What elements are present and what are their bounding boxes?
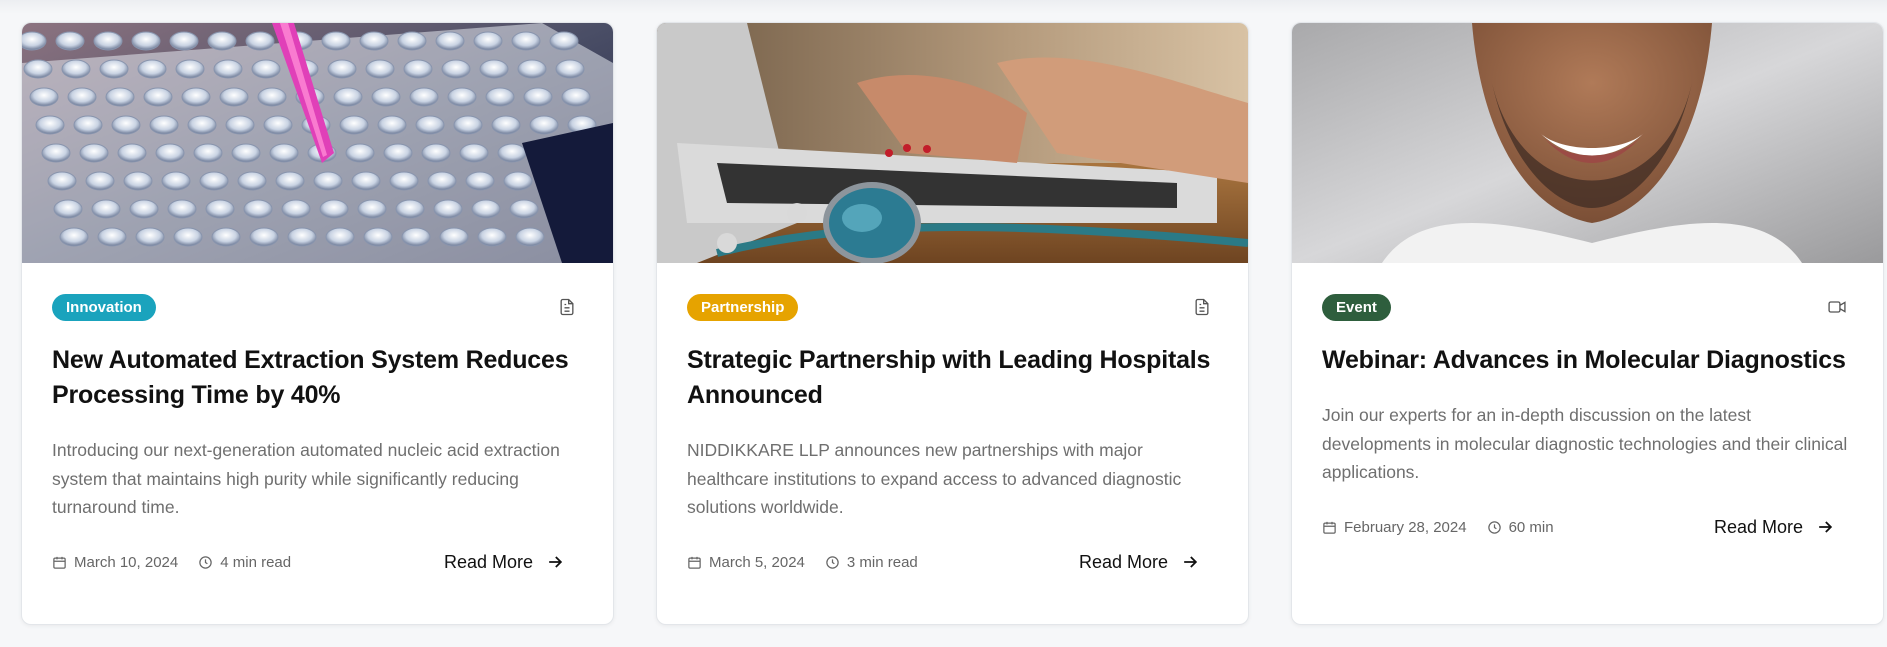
card-date: March 10, 2024 [74, 553, 179, 571]
read-more-link[interactable]: Read More [444, 552, 565, 573]
card-description: NIDDIKKARE LLP announces new partnership… [687, 440, 1182, 517]
document-icon [1195, 298, 1209, 316]
news-card[interactable]: Event Webinar: Advances in Molecular Dia… [1291, 22, 1884, 625]
arrow-right-icon [1819, 521, 1833, 533]
card-description: Join our experts for an in-depth discuss… [1322, 405, 1848, 482]
card-date: March 5, 2024 [709, 553, 805, 571]
document-icon [560, 298, 574, 316]
calendar-icon [53, 556, 66, 569]
card-title[interactable]: New Automated Extraction System Reduces … [52, 343, 583, 413]
card-description: Introducing our next-generation automate… [52, 440, 560, 517]
clock-icon [199, 555, 212, 569]
clock-icon [1487, 520, 1501, 534]
clock-icon [826, 555, 839, 569]
news-card-grid: Innovation New Automated Extraction Syst… [21, 22, 1884, 625]
news-card[interactable]: Innovation New Automated Extraction Syst… [21, 22, 614, 625]
card-date: February 28, 2024 [1344, 518, 1467, 536]
category-badge: Innovation [52, 293, 156, 321]
card-image[interactable] [657, 23, 1248, 263]
category-badge: Partnership [687, 293, 799, 321]
read-more-label: Read More [1713, 516, 1803, 537]
news-card[interactable]: Partnership Strategic Partnership with L… [656, 22, 1249, 625]
category-badge: Event [1322, 293, 1391, 321]
video-icon [1828, 301, 1846, 313]
card-image[interactable] [22, 23, 613, 263]
calendar-icon [1323, 521, 1336, 534]
card-image[interactable] [1292, 23, 1883, 263]
card-duration: 60 min [1508, 518, 1554, 536]
read-more-link[interactable]: Read More [1079, 552, 1200, 573]
card-duration: 3 min read [846, 553, 918, 571]
card-title[interactable]: Strategic Partnership with Leading Hospi… [687, 343, 1218, 413]
card-title[interactable]: Webinar: Advances in Molecular Diagnosti… [1322, 343, 1853, 378]
arrow-right-icon [1184, 556, 1198, 568]
read-more-label: Read More [1078, 551, 1168, 572]
calendar-icon [688, 556, 701, 569]
arrow-right-icon [549, 556, 563, 568]
read-more-label: Read More [443, 551, 533, 572]
card-duration: 4 min read [220, 553, 292, 571]
top-shadow [0, 0, 1887, 14]
read-more-link[interactable]: Read More [1714, 517, 1835, 538]
